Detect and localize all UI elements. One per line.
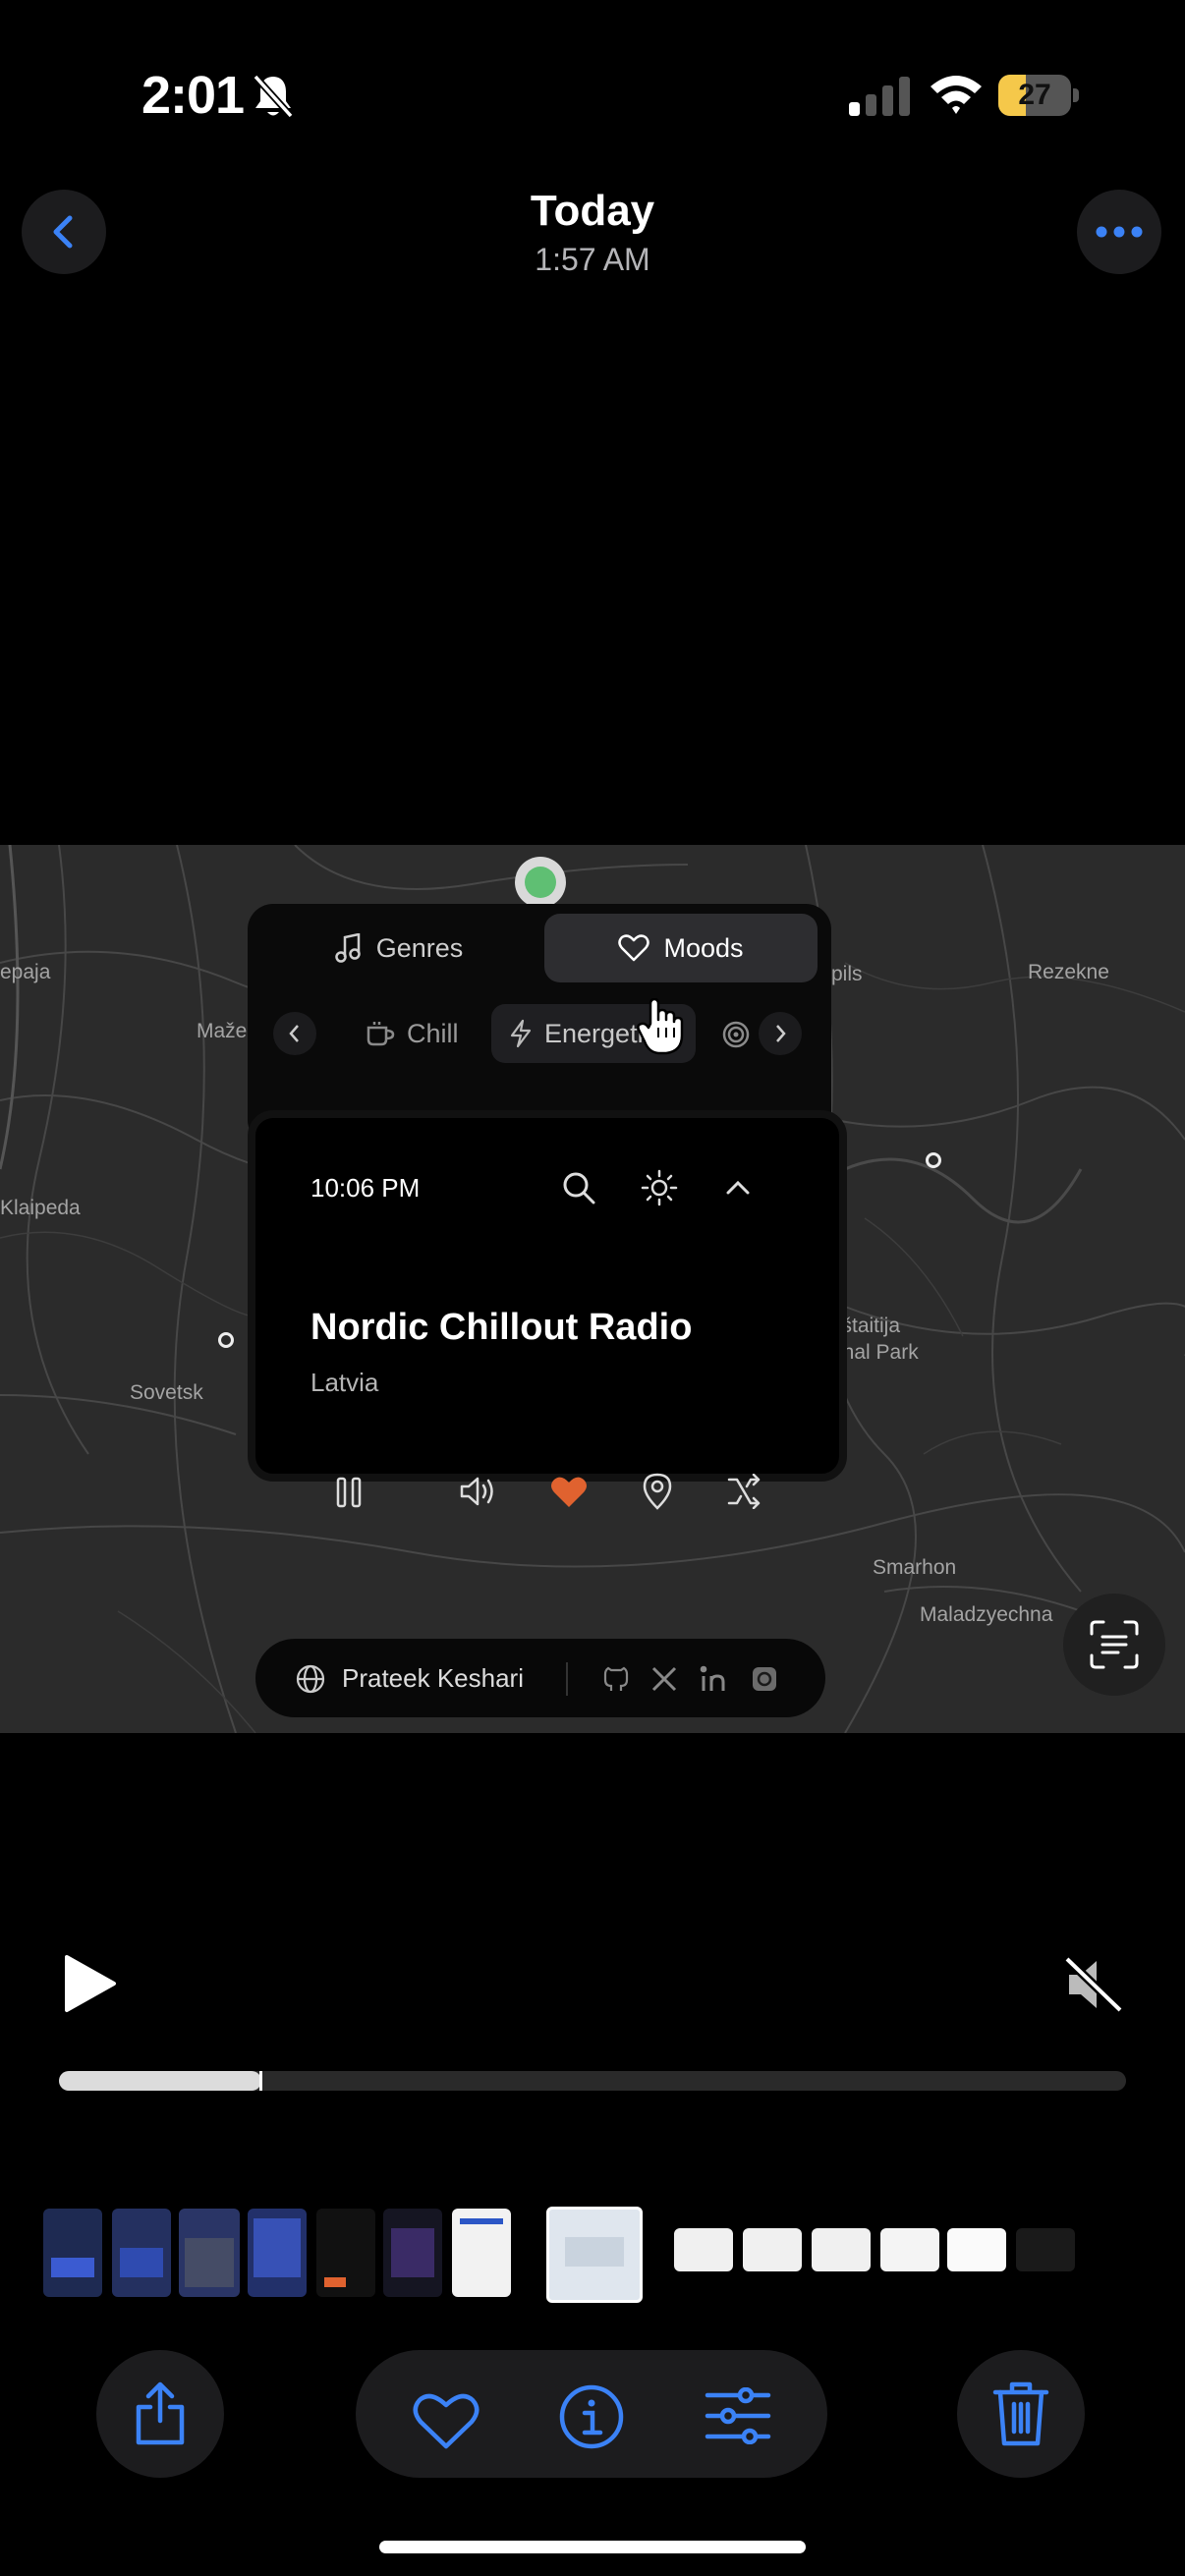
x-icon[interactable] bbox=[650, 1665, 678, 1693]
info-icon[interactable] bbox=[558, 2383, 625, 2450]
station-name: Nordic Chillout Radio bbox=[310, 1307, 693, 1348]
map-place: Maladzyechna bbox=[920, 1603, 1053, 1626]
map-place: Mažei bbox=[197, 1020, 253, 1042]
tab-moods[interactable]: Moods bbox=[544, 914, 818, 982]
chevron-up-icon[interactable] bbox=[723, 1177, 753, 1199]
status-time: 2:01 bbox=[141, 66, 245, 125]
filmstrip-thumb-current[interactable] bbox=[546, 2207, 643, 2303]
battery-icon: 27 bbox=[998, 75, 1079, 116]
video-playhead[interactable] bbox=[259, 2071, 263, 2091]
heart-icon[interactable] bbox=[413, 2391, 480, 2450]
share-icon bbox=[136, 2381, 185, 2445]
filmstrip-thumb[interactable] bbox=[383, 2209, 442, 2297]
map-place: Rezekne bbox=[1028, 961, 1109, 983]
delete-button[interactable] bbox=[957, 2350, 1085, 2478]
globe-icon bbox=[296, 1664, 325, 1694]
page-title: Today bbox=[530, 187, 655, 235]
live-text-button[interactable] bbox=[1063, 1594, 1165, 1696]
filmstrip-thumb[interactable] bbox=[1016, 2228, 1075, 2271]
hand-pointer-icon bbox=[637, 998, 684, 1055]
shuffle-icon[interactable] bbox=[725, 1474, 762, 1509]
speaker-muted-icon[interactable] bbox=[1063, 1955, 1126, 2014]
music-note-icon bbox=[334, 933, 361, 963]
github-icon[interactable] bbox=[601, 1664, 631, 1694]
map-pin-icon[interactable] bbox=[641, 1472, 674, 1511]
chevron-left-icon bbox=[289, 1025, 299, 1042]
ellipsis-icon bbox=[1096, 226, 1143, 238]
map-place: epaja bbox=[0, 961, 51, 983]
filmstrip-thumb[interactable] bbox=[179, 2209, 240, 2297]
live-text-icon bbox=[1090, 1620, 1139, 1669]
filmstrip-thumb[interactable] bbox=[880, 2228, 939, 2271]
volume-icon[interactable] bbox=[458, 1474, 499, 1509]
target-icon[interactable] bbox=[721, 1020, 751, 1049]
map-place: pils bbox=[831, 963, 863, 985]
filmstrip-thumb[interactable] bbox=[248, 2209, 307, 2297]
bell-slash-icon bbox=[253, 74, 294, 119]
location-marker[interactable] bbox=[515, 857, 566, 908]
home-indicator bbox=[379, 2541, 806, 2553]
video-scrubber[interactable] bbox=[59, 2071, 1126, 2091]
mood-chip-chill-label: Chill bbox=[407, 1018, 459, 1048]
heart-outline-icon bbox=[618, 934, 650, 962]
trash-icon bbox=[992, 2381, 1049, 2446]
battery-level: 27 bbox=[1018, 79, 1051, 111]
moods-next-button[interactable] bbox=[759, 1012, 802, 1055]
map-city-dot bbox=[218, 1332, 234, 1348]
more-button[interactable] bbox=[1077, 190, 1161, 274]
filmstrip-thumb[interactable] bbox=[674, 2228, 733, 2271]
coffee-cup-icon bbox=[367, 1022, 395, 1046]
tab-genres-label: Genres bbox=[375, 932, 464, 963]
threads-icon[interactable] bbox=[751, 1665, 778, 1693]
linkedin-icon[interactable] bbox=[700, 1664, 729, 1694]
share-button[interactable] bbox=[96, 2350, 224, 2478]
station-country: Latvia bbox=[310, 1368, 379, 1397]
video-progress-fill bbox=[59, 2071, 262, 2091]
search-icon[interactable] bbox=[562, 1171, 595, 1204]
tab-moods-label: Moods bbox=[663, 932, 744, 963]
mood-chip-chill[interactable]: Chill bbox=[366, 1004, 459, 1063]
filmstrip-thumb[interactable] bbox=[452, 2209, 511, 2297]
cellular-signal-icon bbox=[849, 77, 910, 116]
author-name[interactable]: Prateek Keshari bbox=[342, 1663, 524, 1694]
action-pill bbox=[356, 2350, 827, 2478]
filmstrip-thumb[interactable] bbox=[947, 2228, 1006, 2271]
map-city-dot bbox=[926, 1152, 941, 1168]
wifi-icon bbox=[931, 76, 982, 114]
pause-icon[interactable] bbox=[334, 1476, 364, 1509]
author-footer: Prateek Keshari bbox=[255, 1639, 825, 1717]
player-time: 10:06 PM bbox=[310, 1173, 421, 1203]
chevron-right-icon bbox=[776, 1025, 786, 1042]
map-place: Sovetsk bbox=[130, 1381, 203, 1404]
sun-icon[interactable] bbox=[641, 1169, 678, 1206]
map-place: Smarhon bbox=[873, 1556, 957, 1579]
filmstrip-thumb[interactable] bbox=[316, 2209, 375, 2297]
page-subtitle: 1:57 AM bbox=[535, 242, 650, 277]
filmstrip-thumb[interactable] bbox=[112, 2209, 171, 2297]
filmstrip-thumb[interactable] bbox=[812, 2228, 871, 2271]
filmstrip-thumb[interactable] bbox=[43, 2209, 102, 2297]
moods-prev-button[interactable] bbox=[273, 1012, 316, 1055]
adjustments-icon[interactable] bbox=[704, 2387, 772, 2444]
map-place: Klaipeda bbox=[0, 1197, 81, 1219]
bolt-icon bbox=[510, 1019, 532, 1048]
player-card: 10:06 PM Nordic Chillout Radio Latvia bbox=[248, 1110, 847, 1510]
favorite-heart-icon[interactable] bbox=[550, 1476, 588, 1509]
video-frame-map: epaja Mažei Klaipeda Sovetsk pils Rezekn… bbox=[0, 845, 1185, 1733]
play-icon[interactable] bbox=[61, 1953, 118, 2014]
filmstrip-thumb[interactable] bbox=[743, 2228, 802, 2271]
tab-genres[interactable]: Genres bbox=[261, 914, 536, 982]
